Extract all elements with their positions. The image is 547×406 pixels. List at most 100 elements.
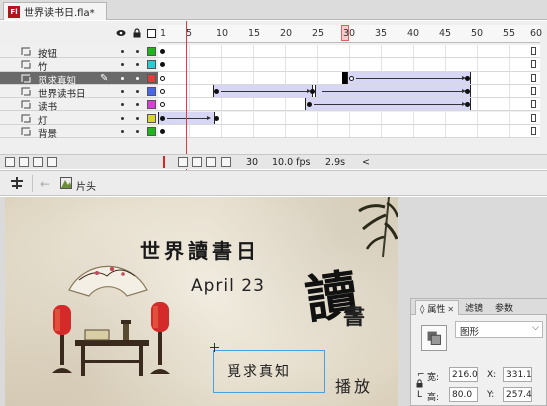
layer-name-area[interactable]: 读书 — [0, 98, 158, 113]
ruler-number: 40 — [407, 28, 420, 39]
layer-frames[interactable] — [158, 98, 540, 112]
edit-bar: ← 片头 — [0, 170, 547, 196]
add-guide-icon[interactable] — [33, 157, 43, 167]
layer-row[interactable]: 背景 — [0, 124, 547, 140]
layer-row[interactable]: 竹 — [0, 58, 547, 73]
new-folder-icon[interactable] — [19, 157, 29, 167]
layer-frames[interactable] — [158, 58, 540, 72]
width-field[interactable]: 216.0 — [449, 367, 478, 382]
stage-date-text[interactable]: April 23 — [191, 276, 265, 296]
eye-icon[interactable] — [116, 28, 126, 38]
lock-dot[interactable] — [136, 76, 139, 80]
layer-row[interactable]: 世界读书日 — [0, 84, 547, 100]
lock-dot[interactable] — [136, 116, 139, 120]
tab-parameters[interactable]: 参数 — [491, 300, 517, 315]
scene-name[interactable]: 片头 — [76, 178, 96, 193]
scroll-left-button[interactable]: < — [362, 157, 370, 168]
visibility-dot[interactable] — [121, 129, 124, 133]
tab-properties[interactable]: ◊ 属性 ✕ — [415, 300, 460, 315]
selected-symbol-text[interactable]: 覓求真知 — [227, 361, 291, 381]
keyframe[interactable] — [465, 88, 470, 94]
empty-keyframe[interactable] — [160, 75, 165, 81]
bamboo-decoration[interactable] — [349, 197, 398, 259]
lock-dot[interactable] — [136, 50, 139, 53]
layer-name-area[interactable]: 世界读书日 — [0, 84, 158, 100]
tab-filters[interactable]: 滤镜 — [461, 300, 487, 315]
visibility-dot[interactable] — [121, 116, 124, 120]
outline-icon[interactable] — [147, 29, 156, 38]
keyframe[interactable] — [160, 115, 165, 121]
layer-frames[interactable] — [158, 84, 540, 99]
x-field[interactable]: 331.1 — [503, 367, 532, 382]
lock-dot[interactable] — [136, 63, 139, 67]
width-label: 宽: — [427, 373, 440, 383]
layer-name-area[interactable]: 灯 — [0, 111, 158, 127]
visibility-dot[interactable] — [121, 63, 124, 67]
calligraphy-small[interactable]: 書 — [343, 299, 365, 331]
layer-color-swatch[interactable] — [147, 73, 156, 83]
layer-name-area[interactable]: 背景 — [0, 124, 158, 140]
layer-frames[interactable] — [158, 71, 540, 85]
layer-color-swatch[interactable] — [147, 60, 156, 70]
ruler-number: 30 — [343, 28, 356, 39]
layer-name-area[interactable]: 竹 — [0, 58, 158, 73]
visibility-dot[interactable] — [121, 76, 124, 80]
keyframe[interactable] — [160, 62, 165, 68]
lock-dot[interactable] — [136, 103, 139, 107]
height-field[interactable]: 80.0 — [449, 387, 478, 402]
visibility-dot[interactable] — [121, 103, 124, 107]
lock-dot[interactable] — [136, 129, 139, 133]
layer-list: 按钮 竹 觅求真知 ✎ 世界读书日 读书 灯 背景 — [0, 45, 547, 153]
layer-color-swatch[interactable] — [147, 86, 156, 96]
stage-canvas[interactable]: 世界讀書日 April 23 讀 書 覓求真知 播放 — [5, 197, 398, 406]
frame-ruler[interactable]: 1 5 10 15 20 25 30 35 40 45 50 55 60 — [158, 25, 542, 43]
layer-color-swatch[interactable] — [147, 113, 156, 123]
close-icon[interactable]: ✕ — [447, 305, 454, 314]
empty-keyframe[interactable] — [160, 88, 165, 94]
new-layer-icon[interactable] — [5, 157, 15, 167]
document-tab[interactable]: Fl 世界读书日.fla* — [3, 2, 107, 20]
fan-painting[interactable] — [67, 250, 149, 298]
back-button[interactable]: ← — [40, 177, 50, 191]
layer-name-area[interactable]: 觅求真知 ✎ — [0, 71, 158, 87]
layer-row[interactable]: 按钮 — [0, 45, 547, 60]
symbol-type-select[interactable]: 图形 ⌵ — [455, 321, 543, 338]
layer-row[interactable]: 灯 — [0, 111, 547, 127]
keyframe[interactable] — [160, 128, 165, 134]
visibility-dot[interactable] — [121, 50, 124, 53]
lock-dot[interactable] — [136, 89, 139, 93]
empty-keyframe[interactable] — [160, 102, 165, 108]
layer-frames[interactable] — [158, 111, 540, 125]
layer-color-swatch[interactable] — [147, 100, 156, 110]
keyframe[interactable] — [214, 115, 219, 121]
stage-title-text[interactable]: 世界讀書日 — [140, 235, 260, 264]
layer-color-swatch[interactable] — [147, 47, 156, 56]
onion-skin-icon[interactable] — [178, 157, 188, 167]
lock-icon[interactable] — [132, 28, 142, 38]
keyframe[interactable] — [349, 75, 354, 81]
delete-layer-icon[interactable] — [47, 157, 57, 167]
y-field[interactable]: 257.4 — [503, 387, 532, 402]
onion-markers-icon[interactable] — [221, 157, 231, 167]
layer-frames[interactable] — [158, 45, 540, 59]
document-title: 世界读书日.fla* — [24, 8, 95, 19]
keyframe[interactable] — [160, 49, 165, 54]
keyframe[interactable] — [214, 88, 219, 94]
visibility-dot[interactable] — [121, 89, 124, 93]
reading-desk[interactable] — [71, 320, 153, 380]
layer-row[interactable]: 读书 — [0, 98, 547, 113]
pencil-icon: ✎ — [100, 72, 109, 84]
edit-multiple-frames-icon[interactable] — [206, 157, 216, 167]
onion-outline-icon[interactable] — [192, 157, 202, 167]
play-button-text[interactable]: 播放 — [335, 373, 373, 397]
layer-name-area[interactable]: 按钮 — [0, 45, 158, 60]
layer-color-swatch[interactable] — [147, 126, 156, 136]
layer-row-selected[interactable]: 觅求真知 ✎ — [0, 71, 547, 87]
layer-frames[interactable] — [158, 124, 540, 139]
tween-arrow — [221, 88, 311, 93]
timeline-toggle-icon[interactable] — [10, 176, 24, 190]
keyframe[interactable] — [465, 75, 470, 81]
ruler-number: 1 — [160, 28, 167, 39]
center-frame-icon[interactable] — [163, 156, 165, 168]
frame-rate[interactable]: 10.0 fps — [272, 157, 311, 168]
